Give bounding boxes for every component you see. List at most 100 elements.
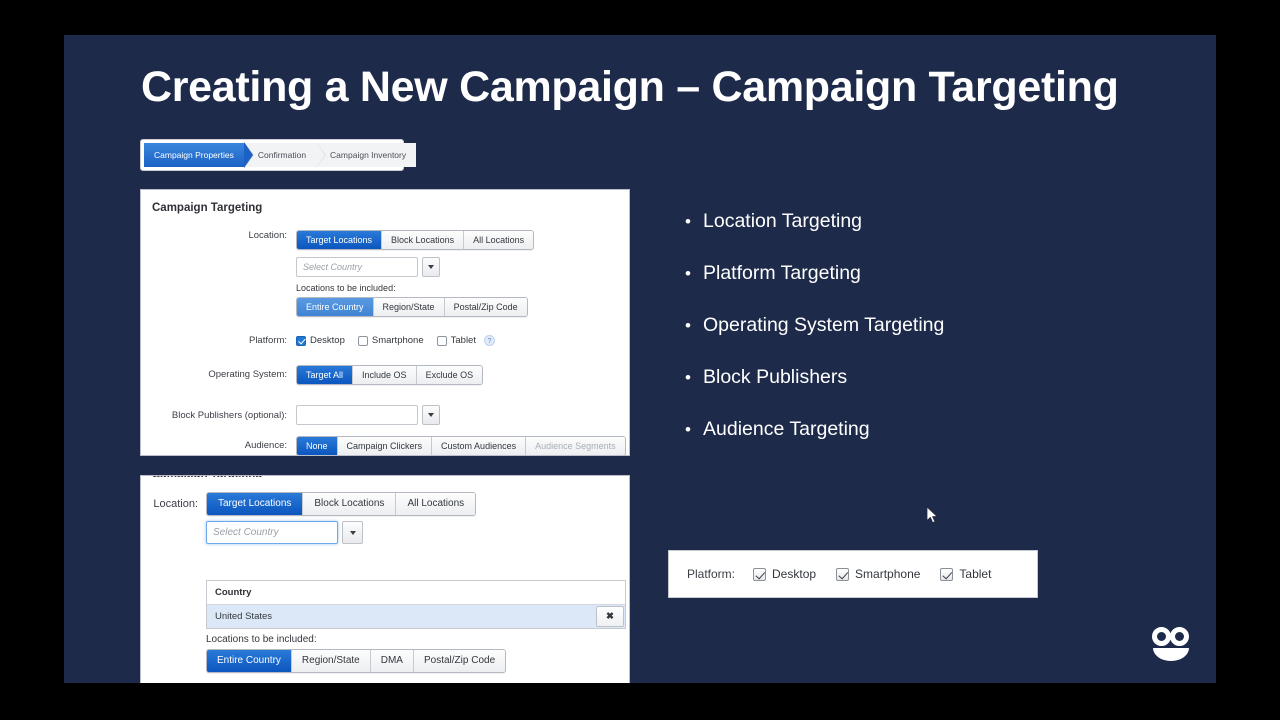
detail-include-mode-postal-zip[interactable]: Postal/Zip Code	[413, 650, 506, 672]
location-mode-target-locations[interactable]: Target Locations	[297, 231, 383, 250]
callout-option-label: Desktop	[772, 567, 817, 581]
brand-logo-icon	[1149, 627, 1197, 669]
platform-option-label: Tablet	[450, 335, 476, 346]
detail-country-input[interactable]: Select Country	[206, 521, 338, 544]
bullet-label: Block Publishers	[703, 366, 848, 388]
logo-eye-left	[1152, 627, 1171, 646]
checkbox-icon[interactable]	[753, 567, 767, 581]
detail-include-mode-entire-country[interactable]: Entire Country	[207, 650, 292, 672]
list-item: • Operating System Targeting	[679, 314, 1149, 337]
audience-mode-group: None Campaign Clickers Custom Audiences …	[296, 436, 626, 455]
logo-mouth	[1153, 648, 1189, 661]
operating-system-label: Operating System:	[208, 369, 287, 380]
detail-location-mode-target-locations[interactable]: Target Locations	[207, 493, 304, 515]
country-input[interactable]: Select Country	[296, 257, 418, 277]
checkbox-icon[interactable]	[357, 335, 368, 346]
checkbox-icon[interactable]	[436, 335, 447, 346]
callout-option-tablet[interactable]: Tablet	[940, 567, 991, 581]
bullet-label: Operating System Targeting	[703, 314, 945, 336]
audience-row: Audience: None Campaign Clickers Custom …	[141, 436, 626, 455]
breadcrumb-step-campaign-properties[interactable]: Campaign Properties	[144, 142, 254, 168]
breadcrumb-step-label: Campaign Inventory	[330, 150, 407, 160]
list-item: • Location Targeting	[679, 210, 1149, 233]
panel-heading: Campaign Targeting	[152, 202, 263, 214]
breadcrumb: Campaign Properties Confirmation Campaig…	[140, 139, 417, 171]
chevron-down-icon[interactable]	[342, 521, 363, 544]
operating-system-row: Operating System: Target All Include OS …	[141, 365, 484, 386]
logo-eye-right	[1170, 627, 1189, 646]
bullet-marker-icon: •	[685, 420, 691, 439]
detail-locations-included-label: Locations to be included:	[206, 634, 317, 645]
detail-country-combobox[interactable]: Select Country	[206, 521, 363, 544]
help-icon[interactable]: ?	[483, 335, 495, 346]
breadcrumb-step-confirmation[interactable]: Confirmation	[243, 142, 327, 168]
bullet-marker-icon: •	[685, 212, 691, 231]
remove-country-icon[interactable]: ✖	[596, 606, 624, 627]
platform-option-desktop[interactable]: Desktop	[296, 335, 345, 346]
operating-system-mode-group: Target All Include OS Exclude OS	[296, 365, 484, 386]
callout-option-desktop[interactable]: Desktop	[753, 567, 816, 581]
bullet-marker-icon: •	[685, 264, 691, 283]
bullet-marker-icon: •	[685, 368, 691, 387]
breadcrumb-step-campaign-inventory[interactable]: Campaign Inventory	[316, 143, 417, 167]
platform-option-smartphone[interactable]: Smartphone	[357, 335, 424, 346]
chevron-down-icon[interactable]	[422, 405, 440, 425]
country-combobox[interactable]: Select Country	[296, 257, 440, 277]
audience-mode-audience-segments: Audience Segments	[526, 437, 625, 455]
detail-locations-included-label-row: Locations to be included:	[206, 634, 317, 645]
block-publishers-input[interactable]	[296, 405, 418, 425]
table-column-header-country: Country	[207, 581, 625, 605]
audience-mode-none[interactable]: None	[297, 437, 338, 455]
include-mode-entire-country[interactable]: Entire Country	[297, 298, 374, 317]
clipped-panel-heading: Campaign Targeting	[152, 476, 262, 477]
breadcrumb-step-label: Campaign Properties	[154, 150, 234, 160]
audience-mode-custom-audiences[interactable]: Custom Audiences	[432, 437, 527, 455]
location-mode-all-locations[interactable]: All Locations	[464, 231, 534, 250]
bullet-label: Platform Targeting	[703, 262, 861, 284]
platform-label: Platform:	[248, 335, 287, 346]
platform-checkbox-group: Desktop Smartphone Tablet ?	[296, 335, 495, 346]
audience-mode-campaign-clickers[interactable]: Campaign Clickers	[337, 437, 433, 455]
locations-included-label-row: Locations to be included:	[296, 283, 396, 293]
bullet-marker-icon: •	[685, 316, 691, 335]
checkbox-icon[interactable]	[940, 567, 954, 581]
block-publishers-row: Block Publishers (optional):	[141, 405, 440, 425]
checkbox-icon[interactable]	[296, 335, 306, 346]
callout-checkbox-group: Desktop Smartphone Tablet	[753, 567, 1011, 581]
os-mode-exclude-os[interactable]: Exclude OS	[416, 366, 483, 385]
location-mode-group: Target Locations Block Locations All Loc…	[296, 230, 535, 251]
callout-platform-label: Platform:	[687, 567, 736, 581]
os-mode-include-os[interactable]: Include OS	[353, 366, 417, 385]
include-mode-postal-zip[interactable]: Postal/Zip Code	[444, 298, 527, 317]
table-cell-country: United States	[215, 611, 273, 622]
checkbox-icon[interactable]	[836, 567, 850, 581]
block-publishers-combobox[interactable]	[296, 405, 440, 425]
detail-location-label: Location:	[153, 497, 198, 510]
detail-include-mode-region-state[interactable]: Region/State	[291, 650, 371, 672]
list-item: • Block Publishers	[679, 366, 1149, 389]
callout-option-smartphone[interactable]: Smartphone	[836, 567, 920, 581]
callout-option-label: Tablet	[959, 567, 992, 581]
feature-bullet-list: • Location Targeting • Platform Targetin…	[679, 210, 1149, 470]
detail-locations-included-row: Entire Country Region/State DMA Postal/Z…	[206, 649, 507, 673]
detail-location-mode-block-locations[interactable]: Block Locations	[303, 493, 397, 515]
include-mode-region-state[interactable]: Region/State	[373, 298, 445, 317]
list-item: • Platform Targeting	[679, 262, 1149, 285]
selected-countries-table: Country United States ✖	[206, 580, 626, 629]
detail-include-mode-dma[interactable]: DMA	[370, 650, 414, 672]
location-mode-block-locations[interactable]: Block Locations	[382, 231, 465, 250]
country-select-row: Select Country	[296, 257, 440, 277]
chevron-down-icon[interactable]	[422, 257, 440, 277]
os-mode-target-all[interactable]: Target All	[297, 366, 354, 385]
breadcrumb-chevron-icon	[316, 142, 326, 168]
mouse-cursor-icon	[927, 507, 938, 524]
table-row[interactable]: United States ✖	[207, 605, 625, 628]
campaign-targeting-panel: Campaign Targeting Location: Target Loca…	[140, 189, 630, 456]
detail-location-mode-all-locations[interactable]: All Locations	[396, 493, 476, 515]
page-title: Creating a New Campaign – Campaign Targe…	[141, 63, 1119, 111]
breadcrumb-chevron-icon	[243, 142, 253, 168]
platform-option-label: Desktop	[310, 335, 345, 346]
platform-option-tablet[interactable]: Tablet	[436, 335, 476, 346]
list-item: • Audience Targeting	[679, 418, 1149, 441]
detail-location-mode-group: Target Locations Block Locations All Loc…	[206, 492, 477, 516]
